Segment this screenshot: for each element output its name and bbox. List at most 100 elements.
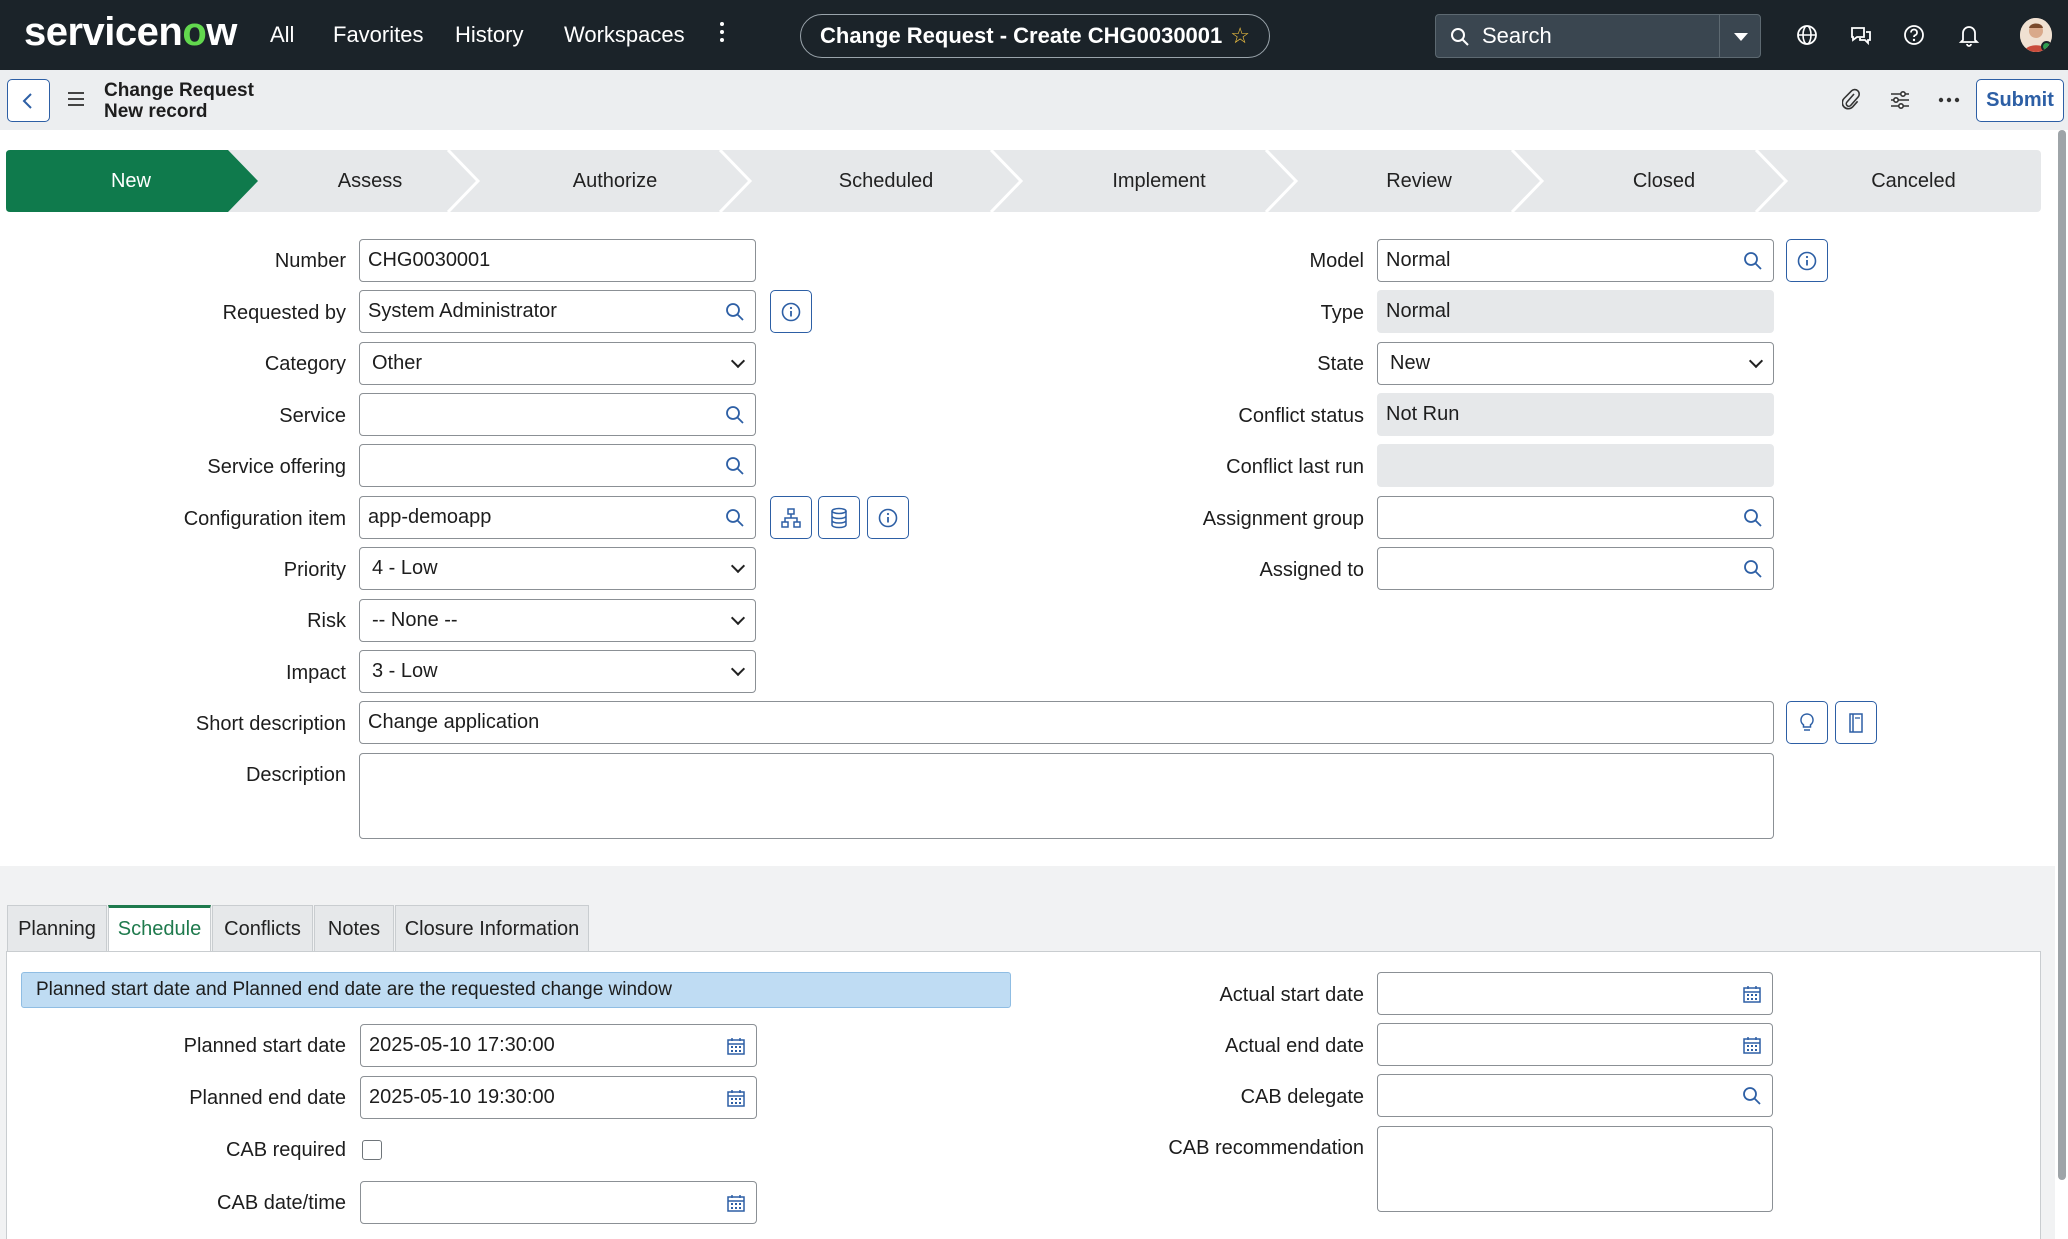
requested-by-info-button[interactable] xyxy=(770,290,812,333)
form-menu-icon[interactable] xyxy=(68,92,84,110)
cab-required-checkbox[interactable] xyxy=(362,1140,382,1160)
description-label: Description xyxy=(245,764,346,786)
model-lookup-button[interactable] xyxy=(1732,239,1774,282)
actual-start-calendar-button[interactable] xyxy=(1731,972,1773,1015)
conflict-status-field: Not Run xyxy=(1377,393,1774,436)
actual-end-calendar-button[interactable] xyxy=(1731,1023,1773,1066)
page-scrollbar[interactable] xyxy=(2058,130,2066,1180)
attachment-icon[interactable] xyxy=(1838,86,1866,114)
planned-end-field[interactable]: 2025-05-10 19:30:00 xyxy=(360,1076,716,1119)
ci-database-button[interactable] xyxy=(818,496,860,539)
nav-all[interactable]: All xyxy=(270,0,294,70)
context-title-pill[interactable]: Change Request - Create CHG0030001 ☆ xyxy=(800,14,1270,58)
ci-dependency-map-button[interactable] xyxy=(770,496,812,539)
search-icon xyxy=(725,508,744,527)
planned-end-calendar-button[interactable] xyxy=(715,1076,757,1119)
state-select[interactable]: New xyxy=(1377,342,1774,385)
servicenow-logo[interactable]: servicenow xyxy=(24,10,237,54)
tab-planning[interactable]: Planning xyxy=(7,905,107,951)
settings-sliders-icon[interactable] xyxy=(1886,86,1914,114)
assignment-group-lookup-button[interactable] xyxy=(1732,496,1774,539)
user-avatar[interactable] xyxy=(2020,18,2052,52)
tab-notes[interactable]: Notes xyxy=(314,905,394,951)
cab-date-time-field[interactable] xyxy=(360,1181,716,1224)
cab-delegate-lookup-button[interactable] xyxy=(1731,1074,1773,1117)
search-icon xyxy=(1743,251,1762,270)
assigned-to-field[interactable] xyxy=(1377,547,1733,590)
cab-delegate-label: CAB delegate xyxy=(1240,1086,1364,1108)
tab-conflicts[interactable]: Conflicts xyxy=(212,905,313,951)
number-label: Number xyxy=(274,250,346,272)
category-select[interactable]: Other xyxy=(359,342,756,385)
templates-button[interactable] xyxy=(1835,701,1877,744)
calendar-icon xyxy=(1742,1036,1761,1054)
requested-by-label: Requested by xyxy=(222,302,346,324)
record-header xyxy=(0,70,2068,130)
service-lookup-button[interactable] xyxy=(714,393,756,436)
presence-status-dot xyxy=(2041,41,2052,52)
favorite-star-icon[interactable]: ☆ xyxy=(1230,23,1250,48)
configuration-item-field[interactable]: app-demoapp xyxy=(359,496,715,539)
search-icon xyxy=(1742,1086,1761,1105)
cab-date-time-calendar-button[interactable] xyxy=(715,1181,757,1224)
model-info-button[interactable] xyxy=(1786,239,1828,282)
notification-bell-icon[interactable] xyxy=(1954,20,1984,50)
assignment-group-label: Assignment group xyxy=(1202,508,1364,530)
planned-start-calendar-button[interactable] xyxy=(715,1024,757,1067)
description-textarea[interactable] xyxy=(359,753,1774,839)
more-options-icon[interactable] xyxy=(1935,86,1963,114)
configuration-item-label: Configuration item xyxy=(183,508,346,530)
impact-select[interactable]: 3 - Low xyxy=(359,650,756,693)
calendar-icon xyxy=(726,1194,745,1212)
tab-closure-information[interactable]: Closure Information xyxy=(395,905,589,951)
global-search-input[interactable]: Search xyxy=(1435,14,1720,58)
service-offering-label: Service offering xyxy=(207,456,346,478)
type-field: Normal xyxy=(1377,290,1774,333)
globe-icon[interactable] xyxy=(1792,20,1822,50)
nav-history[interactable]: History xyxy=(455,0,523,70)
configuration-item-lookup-button[interactable] xyxy=(714,496,756,539)
short-description-field[interactable]: Change application xyxy=(359,701,1774,744)
flow-step-closed: Closed xyxy=(1632,170,1696,192)
model-field[interactable]: Normal xyxy=(1377,239,1733,282)
assigned-to-lookup-button[interactable] xyxy=(1732,547,1774,590)
service-offering-field[interactable] xyxy=(359,444,715,487)
cab-delegate-field[interactable] xyxy=(1377,1074,1732,1117)
search-scope-dropdown[interactable] xyxy=(1719,14,1761,58)
back-button[interactable] xyxy=(7,79,50,122)
cab-recommendation-textarea[interactable] xyxy=(1377,1126,1773,1212)
impact-label: Impact xyxy=(285,662,346,684)
record-state-label: New record xyxy=(104,101,208,122)
state-label: State xyxy=(1317,353,1364,375)
actual-start-field[interactable] xyxy=(1377,972,1732,1015)
configuration-item-info-button[interactable] xyxy=(867,496,909,539)
nav-workspaces[interactable]: Workspaces xyxy=(564,0,685,70)
planned-start-label: Planned start date xyxy=(183,1035,346,1057)
book-icon xyxy=(1849,712,1863,733)
search-icon xyxy=(725,405,744,424)
nav-favorites[interactable]: Favorites xyxy=(333,0,423,70)
more-menu-icon[interactable] xyxy=(718,22,726,46)
risk-label: Risk xyxy=(307,610,346,632)
suggestion-button[interactable] xyxy=(1786,701,1828,744)
risk-select[interactable]: -- None -- xyxy=(359,599,756,642)
submit-button[interactable]: Submit xyxy=(1976,79,2064,122)
chat-icon[interactable] xyxy=(1846,20,1876,50)
tab-schedule[interactable]: Schedule xyxy=(108,905,211,952)
priority-select[interactable]: 4 - Low xyxy=(359,547,756,590)
flow-step-review: Review xyxy=(1386,170,1452,192)
requested-by-field[interactable]: System Administrator xyxy=(359,290,715,333)
help-icon[interactable] xyxy=(1899,20,1929,50)
calendar-icon xyxy=(726,1089,745,1107)
actual-end-label: Actual end date xyxy=(1225,1035,1364,1057)
service-offering-lookup-button[interactable] xyxy=(714,444,756,487)
actual-end-field[interactable] xyxy=(1377,1023,1732,1066)
planned-end-label: Planned end date xyxy=(189,1087,346,1109)
number-field[interactable]: CHG0030001 xyxy=(359,239,756,282)
record-table-label: Change Request xyxy=(104,80,254,101)
cab-required-label: CAB required xyxy=(225,1139,346,1161)
assignment-group-field[interactable] xyxy=(1377,496,1733,539)
planned-start-field[interactable]: 2025-05-10 17:30:00 xyxy=(360,1024,716,1067)
requested-by-lookup-button[interactable] xyxy=(714,290,756,333)
service-field[interactable] xyxy=(359,393,715,436)
